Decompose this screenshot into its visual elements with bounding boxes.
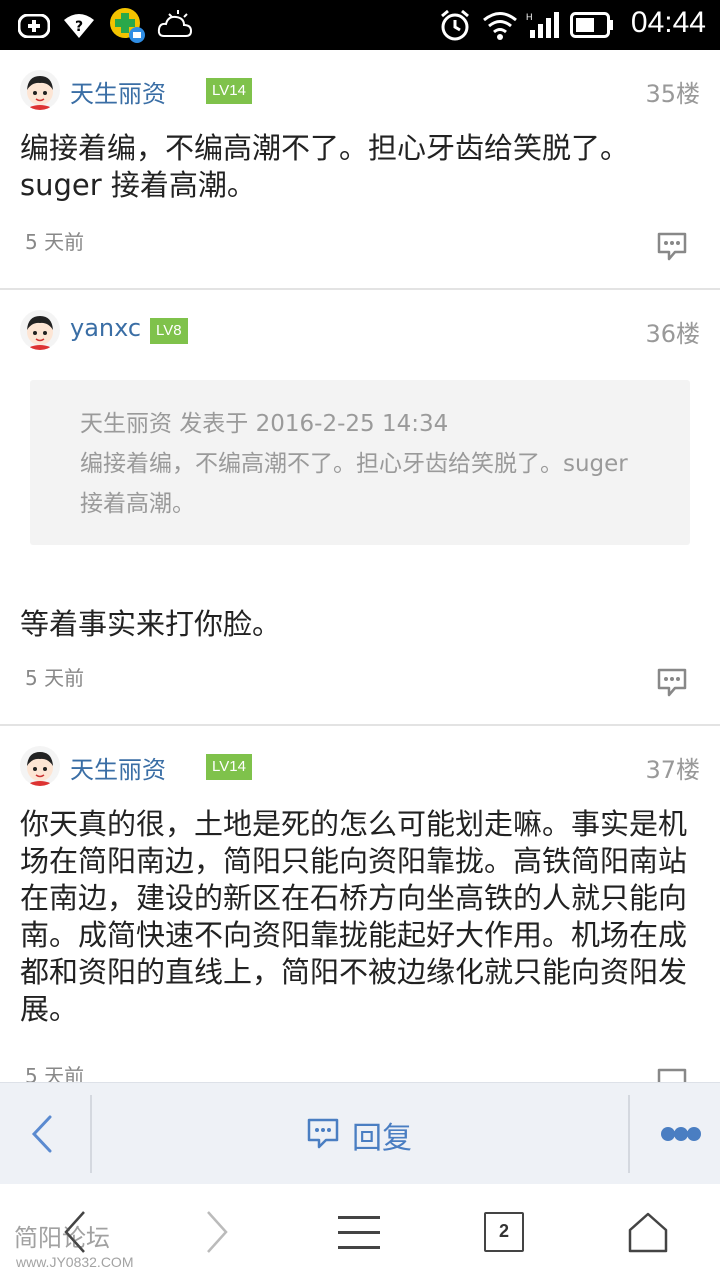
post-header: 天生丽资 LV14 35楼 — [20, 70, 700, 114]
alarm-icon — [441, 9, 469, 41]
post-time: 5 天前 — [25, 230, 85, 254]
avatar-icon — [27, 316, 53, 350]
floor-number: 35楼 — [645, 80, 700, 108]
comment-icon[interactable] — [656, 666, 688, 698]
avatar[interactable] — [20, 310, 60, 350]
home-icon[interactable] — [626, 1210, 670, 1254]
username[interactable]: yanxc — [70, 314, 141, 342]
wifi-question-icon: ? — [64, 14, 94, 38]
post-35: 天生丽资 LV14 35楼 编接着编，不编高潮不了。担心牙齿给笑脱了。suger… — [0, 70, 720, 290]
post-content: 编接着编，不编高潮不了。担心牙齿给笑脱了。suger 接着高潮。 — [20, 131, 630, 202]
avatar[interactable] — [20, 746, 60, 786]
avatar-icon — [27, 752, 53, 786]
quote-body: 编接着编，不编高潮不了。担心牙齿给笑脱了。suger 接着高潮。 — [80, 451, 628, 517]
level-badge: LV14 — [206, 754, 252, 780]
svg-text:H: H — [526, 12, 533, 22]
menu-icon[interactable] — [336, 1214, 382, 1252]
floor-number: 36楼 — [645, 320, 700, 348]
app-notification-icon — [110, 8, 145, 43]
level-badge: LV14 — [206, 78, 252, 104]
comment-icon[interactable] — [656, 1066, 688, 1082]
forum-watermark: 简阳论坛 — [14, 1224, 110, 1252]
signal-icon: H — [526, 12, 559, 38]
forum-watermark-url: www.JY0832.COM — [16, 1254, 134, 1270]
weather-cloud-icon — [157, 10, 193, 37]
avatar[interactable] — [20, 70, 60, 110]
divider — [0, 288, 720, 290]
comment-icon — [307, 1118, 339, 1149]
username[interactable]: 天生丽资 — [70, 74, 166, 109]
tab-count: 2 — [498, 1221, 509, 1241]
more-options-icon[interactable] — [660, 1125, 702, 1143]
post-content: 你天真的很，土地是死的怎么可能划走嘛。事实是机场在简阳南边，简阳只能向资阳靠拢。… — [20, 807, 688, 1026]
reply-action-bar: 回复 — [0, 1082, 720, 1184]
wifi-icon — [483, 12, 517, 40]
nav-forward-icon[interactable] — [196, 1208, 236, 1256]
battery-icon — [570, 12, 613, 38]
separator — [628, 1095, 630, 1173]
level-badge: LV8 — [150, 318, 188, 344]
comment-icon[interactable] — [656, 230, 688, 262]
svg-text:?: ? — [75, 19, 83, 35]
avatar-icon — [27, 76, 53, 110]
status-bar: ? H 04:44 — [0, 0, 720, 50]
post-time: 5 天前 — [25, 1064, 85, 1082]
clock: 04:44 — [630, 6, 706, 39]
divider — [0, 724, 720, 726]
post-header: yanxc LV8 36楼 — [20, 310, 700, 354]
post-content: 等着事实来打你脸。 — [20, 607, 282, 641]
quote-header: 天生丽资 发表于 2016-2-25 14:34 — [80, 411, 449, 437]
add-notification-icon — [18, 14, 50, 38]
post-header: 天生丽资 LV14 37楼 — [20, 746, 700, 790]
username[interactable]: 天生丽资 — [70, 750, 166, 785]
quote-block: 天生丽资 发表于 2016-2-25 14:34 编接着编，不编高潮不了。担心牙… — [30, 380, 690, 545]
post-36: yanxc LV8 36楼 天生丽资 发表于 2016-2-25 14:34 编… — [0, 310, 720, 720]
tabs-button[interactable]: 2 — [484, 1212, 524, 1252]
separator — [90, 1095, 92, 1173]
back-arrow-icon[interactable] — [22, 1109, 62, 1159]
reply-button-label: 回复 — [352, 1121, 412, 1156]
floor-number: 37楼 — [645, 756, 700, 784]
post-37: 天生丽资 LV14 37楼 你天真的很，土地是死的怎么可能划走嘛。事实是机场在简… — [0, 746, 720, 1082]
post-time: 5 天前 — [25, 666, 85, 690]
